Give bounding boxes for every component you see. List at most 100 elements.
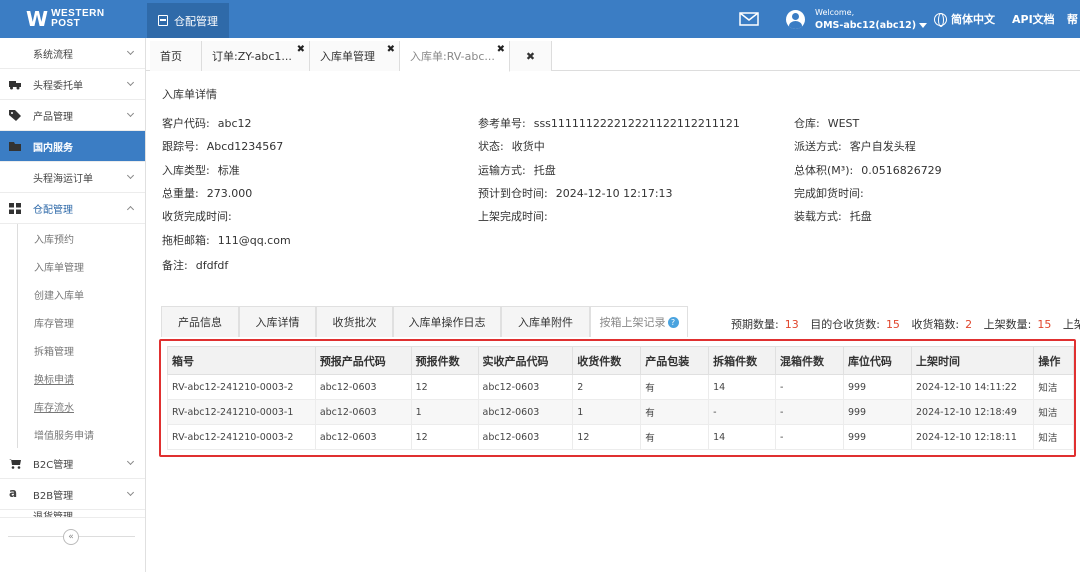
page-tabs: 首页 订单:ZY-abc1... ✖ 入库单管理 ✖ 入库单:RV-abc... ✖ … <box>146 41 1080 72</box>
shelving-records-table-highlight: 箱号 预报产品代码 预报件数 实收产品代码 收货件数 产品包装 拆箱件数 混箱件… <box>159 339 1076 457</box>
table-row: RV-abc12-241210-0003-1 abc12-0603 1 abc1… <box>167 399 1074 425</box>
stats-bar: 预期数量:13 目的仓收货数:15 收货箱数:2 上架数量:15 上架箱 <box>731 318 1080 331</box>
row-action-link[interactable]: 知洁 <box>1033 399 1074 425</box>
amazon-icon: a <box>9 486 18 500</box>
column-header[interactable]: 上架时间 <box>910 346 1035 375</box>
field-receipt-complete: 收货完成时间: <box>162 210 232 223</box>
close-icon[interactable]: ✖ <box>387 44 395 55</box>
column-header[interactable]: 收货件数 <box>572 346 642 375</box>
language-selector[interactable]: 简体中文 <box>934 0 995 38</box>
field-shelving-complete: 上架完成时间: <box>478 210 548 223</box>
column-header[interactable]: 拆箱件数 <box>708 346 777 375</box>
tab-close-all[interactable]: ✖ <box>510 41 552 71</box>
tab-inbound-management[interactable]: 入库单管理 ✖ <box>310 41 400 71</box>
clipboard-icon <box>158 15 168 26</box>
subtab-attachments[interactable]: 入库单附件 <box>501 306 590 337</box>
field-warehouse: 仓库: WEST <box>794 117 860 130</box>
close-all-icon: ✖ <box>525 49 536 63</box>
sidebar-sub-relabel[interactable]: 换标申请 <box>17 364 145 392</box>
chevron-down-icon <box>126 171 135 180</box>
sidebar-sub-inventory[interactable]: 库存管理 <box>17 308 145 336</box>
column-header[interactable]: 库位代码 <box>842 346 912 375</box>
user-welcome: Welcome, <box>815 8 855 17</box>
column-header[interactable]: 箱号 <box>167 346 316 375</box>
field-unload-time: 完成卸货时间: <box>794 187 864 200</box>
table-row: RV-abc12-241210-0003-2 abc12-0603 12 abc… <box>167 424 1074 450</box>
field-remarks: 备注: dfdfdf <box>162 259 229 272</box>
help-icon[interactable]: ? <box>667 316 679 328</box>
caret-down-icon <box>919 22 928 28</box>
collapse-sidebar-button[interactable]: « <box>63 529 79 545</box>
logo-mark: W <box>26 7 48 31</box>
cart-icon <box>9 458 21 469</box>
truck-icon <box>9 79 21 90</box>
close-icon[interactable]: ✖ <box>297 44 305 55</box>
row-action-link[interactable]: 知洁 <box>1033 424 1074 450</box>
column-header[interactable]: 产品包装 <box>640 346 710 375</box>
field-total-volume: 总体积(M³): 0.0516826729 <box>794 164 942 177</box>
avatar <box>786 9 805 29</box>
subtab-operation-log[interactable]: 入库单操作日志 <box>393 306 501 337</box>
mail-icon[interactable] <box>739 0 759 38</box>
chevron-up-icon <box>126 205 135 214</box>
brand-logo[interactable]: W WESTERN POST <box>0 0 145 38</box>
top-bar: W WESTERN POST 仓配管理 Welcome, OMS-abc12(ab… <box>0 0 1080 38</box>
page-title: 入库单详情 <box>162 88 217 101</box>
column-header[interactable]: 预报产品代码 <box>314 346 412 375</box>
tab-inbound-detail[interactable]: 入库单:RV-abc... ✖ <box>400 41 510 72</box>
sidebar: 系统流程 头程委托单 产品管理 国内服务 头程海运订单 仓配管理 入库预约 入库… <box>0 38 146 572</box>
globe-icon <box>934 12 947 27</box>
sidebar-sub-unboxing[interactable]: 拆箱管理 <box>17 336 145 364</box>
field-inbound-type: 入库类型: 标准 <box>162 164 240 177</box>
row-action-link[interactable]: 知洁 <box>1033 374 1074 400</box>
sidebar-sub-create-inbound[interactable]: 创建入库单 <box>17 280 145 308</box>
field-eta: 预计到仓时间: 2024-12-10 12:17:13 <box>478 187 673 200</box>
shelving-records-table: 箱号 预报产品代码 预报件数 实收产品代码 收货件数 产品包装 拆箱件数 混箱件… <box>167 346 1074 450</box>
close-icon[interactable]: ✖ <box>497 44 505 55</box>
field-container-email: 拖柜邮箱: 111@qq.com <box>162 234 291 247</box>
tab-order[interactable]: 订单:ZY-abc1... ✖ <box>202 41 310 71</box>
subtab-receipt-batch[interactable]: 收货批次 <box>316 306 393 337</box>
field-total-weight: 总重量: 273.000 <box>162 187 253 200</box>
sidebar-sub-inbound-management[interactable]: 入库单管理 <box>17 252 145 280</box>
sidebar-item-flow[interactable]: 系统流程 <box>0 38 145 69</box>
chevron-down-icon <box>126 457 135 466</box>
chevron-down-icon <box>126 488 135 497</box>
field-transport-method: 运输方式: 托盘 <box>478 164 556 177</box>
sidebar-sub-value-added[interactable]: 增值服务申请 <box>17 420 145 448</box>
field-loading-method: 装载方式: 托盘 <box>794 210 872 223</box>
field-reference-no: 参考单号: sss111111222212221122112211121 <box>478 117 740 130</box>
subtab-product-info[interactable]: 产品信息 <box>161 306 239 337</box>
field-delivery-method: 派送方式: 客户自发头程 <box>794 140 916 153</box>
column-header[interactable]: 实收产品代码 <box>477 346 574 375</box>
subtab-shelving-records[interactable]: 按箱上架记录? <box>590 306 688 337</box>
column-header[interactable]: 操作 <box>1033 346 1074 375</box>
grid-icon <box>9 202 21 214</box>
help-link[interactable]: 帮 <box>1067 0 1078 38</box>
tab-home[interactable]: 首页 <box>150 41 202 71</box>
sidebar-item-warehouse[interactable]: 仓配管理 <box>0 193 145 224</box>
sidebar-sub-inventory-flow[interactable]: 库存流水 <box>17 392 145 420</box>
column-header[interactable]: 预报件数 <box>410 346 479 375</box>
sidebar-item-products[interactable]: 产品管理 <box>0 100 145 131</box>
field-customer-code: 客户代码: abc12 <box>162 117 252 130</box>
chevron-down-icon <box>126 47 135 56</box>
sidebar-sub-inbound-appointment[interactable]: 入库预约 <box>17 224 145 252</box>
sidebar-item-domestic[interactable]: 国内服务 <box>0 131 145 162</box>
subtab-inbound-detail[interactable]: 入库详情 <box>239 306 316 337</box>
sidebar-item-first-leg[interactable]: 头程委托单 <box>0 69 145 100</box>
sidebar-collapse-row: « <box>0 516 145 556</box>
tag-icon <box>9 109 21 121</box>
sidebar-item-b2b[interactable]: a B2B管理 <box>0 479 145 510</box>
chevron-down-icon <box>126 109 135 118</box>
api-docs-link[interactable]: API文档 <box>1012 0 1055 38</box>
user-name: OMS-abc12(abc12) <box>815 20 917 31</box>
sidebar-item-b2c[interactable]: B2C管理 <box>0 448 145 479</box>
user-menu[interactable]: Welcome, OMS-abc12(abc12) <box>786 0 928 38</box>
field-status: 状态: 收货中 <box>478 140 545 153</box>
topnav-warehouse[interactable]: 仓配管理 <box>147 3 229 38</box>
logo-text: WESTERN POST <box>51 8 105 29</box>
folder-icon <box>9 141 21 152</box>
sidebar-item-sea-orders[interactable]: 头程海运订单 <box>0 162 145 193</box>
column-header[interactable]: 混箱件数 <box>775 346 844 375</box>
